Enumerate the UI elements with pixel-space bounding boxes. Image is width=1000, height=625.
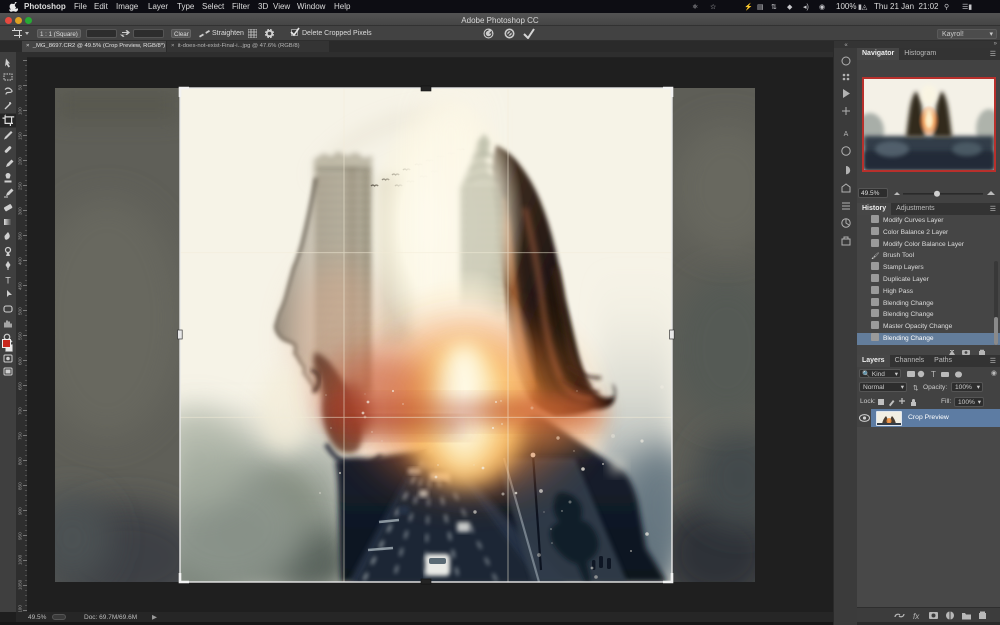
svg-text:T: T bbox=[5, 276, 11, 286]
svg-text:950: 950 bbox=[18, 532, 23, 540]
svg-text:50: 50 bbox=[18, 84, 23, 90]
svg-text:300: 300 bbox=[18, 207, 23, 215]
svg-text:750: 750 bbox=[18, 432, 23, 440]
svg-text:700: 700 bbox=[18, 407, 23, 415]
svg-text:600: 600 bbox=[18, 357, 23, 365]
svg-text:1000: 1000 bbox=[18, 554, 23, 565]
svg-text:550: 550 bbox=[18, 332, 23, 340]
svg-text:200: 200 bbox=[18, 157, 23, 165]
svg-text:400: 400 bbox=[18, 257, 23, 265]
svg-text:1100: 1100 bbox=[18, 605, 23, 612]
svg-text:250: 250 bbox=[18, 182, 23, 190]
svg-text:T: T bbox=[931, 370, 936, 379]
svg-text:150: 150 bbox=[18, 132, 23, 140]
svg-text:A: A bbox=[844, 131, 849, 138]
svg-text:800: 800 bbox=[18, 457, 23, 465]
svg-text:350: 350 bbox=[18, 232, 23, 240]
svg-text:900: 900 bbox=[18, 507, 23, 515]
svg-text:fx: fx bbox=[913, 612, 920, 621]
svg-text:500: 500 bbox=[18, 307, 23, 315]
svg-text:100: 100 bbox=[18, 107, 23, 115]
svg-text:1050: 1050 bbox=[18, 579, 23, 590]
svg-text:650: 650 bbox=[18, 382, 23, 390]
svg-text:850: 850 bbox=[18, 482, 23, 490]
svg-text:450: 450 bbox=[18, 282, 23, 290]
